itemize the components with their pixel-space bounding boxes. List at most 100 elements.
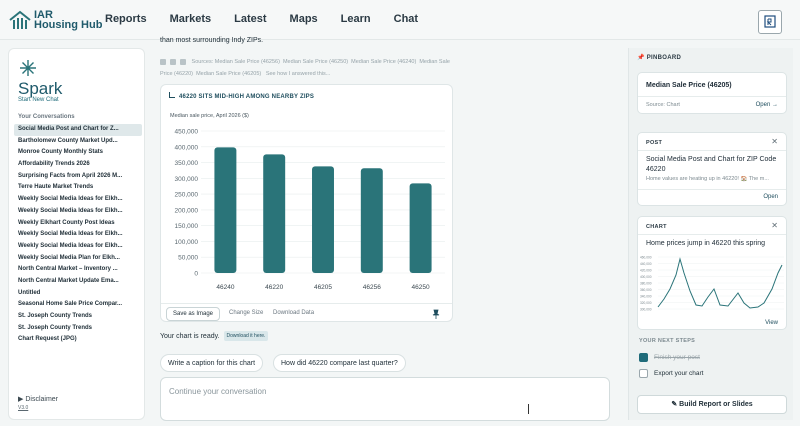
- realtor-logo-icon[interactable]: [758, 10, 782, 34]
- pinned-price-card[interactable]: Median Sale Price (46205) Source: Chart …: [637, 72, 787, 114]
- source-link[interactable]: Median Sale Price (46240): [351, 59, 416, 65]
- card-divider: [638, 234, 786, 235]
- conversation-item[interactable]: Terre Haute Market Trends: [14, 182, 142, 194]
- logo-line2: Housing Hub: [34, 19, 103, 31]
- conversation-item[interactable]: Weekly Social Media Ideas for Elkh...: [14, 194, 142, 206]
- bar-chart-icon: [169, 92, 175, 98]
- conversation-item[interactable]: Weekly Elkhart County Post Ideas: [14, 218, 142, 230]
- x-tick-label: 46240: [216, 284, 234, 291]
- pin-icon: 📌: [637, 55, 645, 61]
- bar-chart: 0 50,000 100,000 150,000 200,000 250,000 300,0…: [175, 129, 445, 291]
- start-new-chat-link[interactable]: Start New Chat: [18, 97, 59, 103]
- conversation-item[interactable]: Weekly Social Media Ideas for Elkh...: [14, 241, 142, 253]
- mini-y-tick-label: 300,000: [640, 308, 652, 312]
- suggestion-chip[interactable]: Write a caption for this chart: [160, 354, 264, 372]
- view-chart-button[interactable]: View: [765, 320, 778, 326]
- nav-latest[interactable]: Latest: [234, 13, 266, 25]
- mini-y-tick-label: 320,000: [640, 301, 652, 305]
- pinned-chart-title: Home prices jump in 46220 this spring: [646, 240, 766, 247]
- spark-title: Spark: [18, 79, 63, 98]
- chat-input[interactable]: [169, 387, 569, 396]
- conversation-item[interactable]: St. Joseph County Trends: [14, 323, 142, 335]
- suggestion-chip[interactable]: How did 46220 compare last quarter?: [273, 354, 406, 372]
- close-icon[interactable]: ✕: [771, 137, 778, 146]
- mini-y-tick-label: 360,000: [640, 288, 652, 292]
- conversation-item[interactable]: Weekly Social Media Ideas for Elkh...: [14, 229, 142, 241]
- iar-housing-hub-logo[interactable]: IAR Housing Hub: [8, 6, 104, 34]
- conversation-sidebar: Spark Start New Chat Your Conversations …: [8, 48, 145, 420]
- spark-sparkle-icon: [20, 60, 36, 76]
- conversation-item[interactable]: Untitled: [14, 288, 142, 300]
- post-title: Social Media Post and Chart for ZIP Code…: [646, 156, 777, 173]
- y-tick-label: 200,000: [175, 207, 199, 214]
- checkbox-checked-icon[interactable]: [639, 353, 648, 362]
- thumbs-up-icon[interactable]: [160, 58, 166, 65]
- nav-reports[interactable]: Reports: [105, 13, 147, 25]
- source-link[interactable]: Median Sale Price (46205): [196, 71, 261, 77]
- pinned-chart-card[interactable]: CHART ✕ Home prices jump in 46220 this s…: [637, 216, 787, 330]
- mini-series-line: [657, 257, 783, 309]
- bar-46256: [360, 168, 383, 273]
- next-step-item[interactable]: Finish your post: [639, 353, 700, 362]
- conversation-item[interactable]: Chart Request (JPG): [14, 334, 142, 346]
- source-link[interactable]: Median Sale Price (46250): [283, 59, 348, 65]
- conversation-item[interactable]: Surprising Facts from April 2026 M...: [14, 171, 142, 183]
- save-as-image-button[interactable]: Save as Image: [166, 307, 221, 321]
- x-tick-label: 46250: [412, 284, 430, 291]
- conversation-item[interactable]: Social Media Post and Chart for Z...: [14, 124, 142, 136]
- close-icon[interactable]: ✕: [771, 221, 778, 230]
- conversations-heading: Your Conversations: [18, 114, 75, 120]
- bar-46220: [263, 154, 286, 273]
- conversation-item[interactable]: Weekly Social Media Ideas for Elkh...: [14, 206, 142, 218]
- triangle-right-icon: ▶: [18, 396, 24, 403]
- conversation-item[interactable]: Monroe County Monthly Stats: [14, 147, 142, 159]
- copy-icon[interactable]: [180, 58, 186, 65]
- message-composer: [160, 377, 610, 421]
- disclaimer-toggle[interactable]: ▶ Disclaimer: [18, 395, 58, 403]
- conversation-item[interactable]: North Central Market Update Ema...: [14, 276, 142, 288]
- y-tick-label: 0: [194, 271, 198, 278]
- mini-y-tick-label: 400,000: [640, 275, 652, 279]
- see-how-answered-link[interactable]: See how I answered this...: [266, 71, 331, 77]
- nav-markets[interactable]: Markets: [170, 13, 212, 25]
- pin-chart-button[interactable]: [429, 307, 443, 319]
- next-step-item[interactable]: Export your chart: [639, 369, 704, 378]
- open-post-button[interactable]: Open: [763, 194, 778, 200]
- pinboard-heading: 📌 PINBOARD: [637, 54, 681, 61]
- conversation-item[interactable]: Seasonal Home Sale Price Compar...: [14, 299, 142, 311]
- mini-y-tick-label: 420,000: [640, 269, 652, 273]
- card-divider: [638, 189, 786, 190]
- nav-learn[interactable]: Learn: [341, 13, 371, 25]
- conversation-item[interactable]: North Central Market – Inventory ...: [14, 264, 142, 276]
- source-link[interactable]: Median Sale Price (46256): [215, 59, 280, 65]
- step-label: Export your chart: [654, 370, 704, 378]
- y-tick-label: 250,000: [175, 192, 199, 199]
- pinned-post-card[interactable]: POST ✕ Social Media Post and Chart for Z…: [637, 132, 787, 206]
- pinned-card-title: Median Sale Price (46205): [646, 82, 732, 89]
- conversation-item[interactable]: Affordability Trends 2026: [14, 159, 142, 171]
- thumbs-down-icon[interactable]: [170, 58, 176, 65]
- open-link[interactable]: Open →: [756, 102, 778, 108]
- change-size-button[interactable]: Change Size: [229, 310, 263, 316]
- main-nav: Reports Markets Latest Maps Learn Chat: [105, 13, 441, 25]
- logo-text: IAR Housing Hub: [34, 10, 103, 31]
- build-report-button[interactable]: ✎ Build Report or Slides: [637, 395, 787, 414]
- nav-chat[interactable]: Chat: [394, 13, 418, 25]
- y-tick-label: 50,000: [178, 255, 198, 262]
- nav-maps[interactable]: Maps: [290, 13, 318, 25]
- checkbox-icon[interactable]: [639, 369, 648, 378]
- conversation-item[interactable]: Bartholomew County Market Upd...: [14, 136, 142, 148]
- pinned-card-source: Source: Chart: [646, 102, 680, 108]
- download-data-button[interactable]: Download Data: [273, 310, 314, 316]
- card-divider: [638, 96, 786, 97]
- x-tick-label: 46220: [265, 284, 283, 291]
- version-link[interactable]: V3.0: [18, 405, 28, 411]
- assistant-message-text: than most surrounding Indy ZIPs.: [160, 37, 264, 44]
- mini-y-tick-label: 440,000: [640, 262, 652, 266]
- download-link-chip[interactable]: Download it here.: [223, 331, 269, 341]
- conversation-item[interactable]: Weekly Social Media Plan for Elkh...: [14, 253, 142, 265]
- y-tick-label: 350,000: [175, 160, 199, 167]
- conversation-list: Social Media Post and Chart for Z... Bar…: [14, 124, 142, 346]
- mini-line-chart: 460,000 440,000 420,000 400,000 380,000 360,0…: [640, 256, 784, 312]
- conversation-item[interactable]: St. Joseph County Trends: [14, 311, 142, 323]
